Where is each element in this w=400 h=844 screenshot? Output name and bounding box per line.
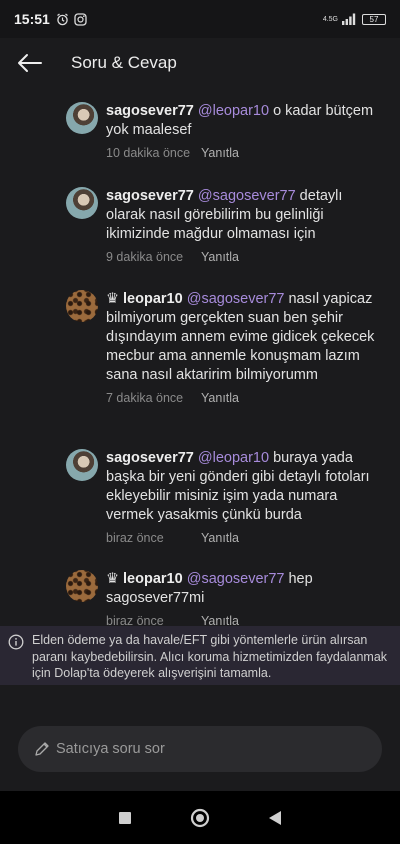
ask-placeholder: Satıcıya soru sor (56, 741, 165, 757)
message-time: biraz önce (106, 531, 164, 545)
username[interactable]: sagosever77 (106, 103, 194, 119)
message-item: ♛ leopar10 @sagosever77 hep sagosever77m… (66, 570, 376, 626)
info-icon (8, 634, 24, 650)
username[interactable]: sagosever77 (106, 188, 194, 204)
username[interactable]: sagosever77 (106, 450, 194, 466)
user-avatar[interactable] (66, 102, 98, 134)
status-time: 15:51 (14, 11, 50, 27)
recents-square-icon[interactable] (118, 811, 132, 825)
message-item: sagosever77 @sagosever77 detaylı olarak … (66, 187, 376, 264)
user-avatar[interactable] (66, 449, 98, 481)
message-text: sagosever77 @leopar10 o kadar bütçem yok… (106, 102, 376, 140)
page-title: Soru & Cevap (71, 53, 177, 72)
user-avatar[interactable] (66, 187, 98, 219)
user-avatar[interactable] (66, 570, 98, 602)
reply-button[interactable]: Yanıtla (201, 614, 239, 626)
username[interactable]: leopar10 (123, 571, 183, 587)
message-text: sagosever77 @leopar10 buraya yada başka … (106, 449, 376, 525)
message-time: biraz önce (106, 614, 164, 626)
qa-thread[interactable]: sagosever77 @leopar10 o kadar bütçem yok… (0, 88, 400, 626)
status-bar: 15:51 4.5G 57 (0, 0, 400, 38)
message-text: ♛ leopar10 @sagosever77 hep sagosever77m… (106, 570, 376, 608)
mention-link[interactable]: @sagosever77 (187, 291, 285, 307)
signal-icon (342, 13, 356, 25)
crown-icon: ♛ (106, 571, 119, 587)
system-nav-bar (0, 791, 400, 844)
crown-icon: ♛ (106, 291, 119, 307)
mention-link[interactable]: @sagosever77 (198, 188, 296, 204)
home-circle-icon[interactable] (190, 808, 210, 828)
reply-button[interactable]: Yanıtla (201, 391, 239, 405)
message-item: sagosever77 @leopar10 buraya yada başka … (66, 449, 376, 545)
mention-link[interactable]: @leopar10 (198, 103, 269, 119)
message-item: ♛ leopar10 @sagosever77 nasıl yapicaz bi… (66, 290, 376, 405)
reply-button[interactable]: Yanıtla (201, 250, 239, 264)
message-text: sagosever77 @sagosever77 detaylı olarak … (106, 187, 376, 244)
message-time: 10 dakika önce (106, 146, 191, 160)
message-text: ♛ leopar10 @sagosever77 nasıl yapicaz bi… (106, 290, 376, 385)
mention-link[interactable]: @leopar10 (198, 450, 269, 466)
arrow-left-icon (18, 54, 42, 72)
battery-indicator: 57 (362, 13, 386, 25)
app-header: Soru & Cevap (0, 38, 400, 88)
pencil-icon (35, 742, 49, 756)
alarm-icon (56, 13, 68, 25)
message-time: 9 dakika önce (106, 250, 184, 264)
reply-button[interactable]: Yanıtla (201, 531, 239, 545)
payment-notice: Elden ödeme ya da havale/EFT gibi yöntem… (0, 626, 400, 685)
ask-seller-input[interactable]: Satıcıya soru sor (18, 726, 382, 772)
mention-link[interactable]: @sagosever77 (187, 571, 285, 587)
back-triangle-icon[interactable] (268, 810, 282, 826)
username[interactable]: leopar10 (123, 291, 183, 307)
back-button[interactable] (0, 38, 60, 88)
message-time: 7 dakika önce (106, 391, 184, 405)
notice-text: Elden ödeme ya da havale/EFT gibi yöntem… (32, 633, 388, 680)
reply-button[interactable]: Yanıtla (201, 146, 239, 160)
instagram-icon (74, 12, 87, 26)
user-avatar[interactable] (66, 290, 98, 322)
message-item: sagosever77 @leopar10 o kadar bütçem yok… (66, 102, 376, 160)
network-label: 4.5G (322, 15, 338, 23)
